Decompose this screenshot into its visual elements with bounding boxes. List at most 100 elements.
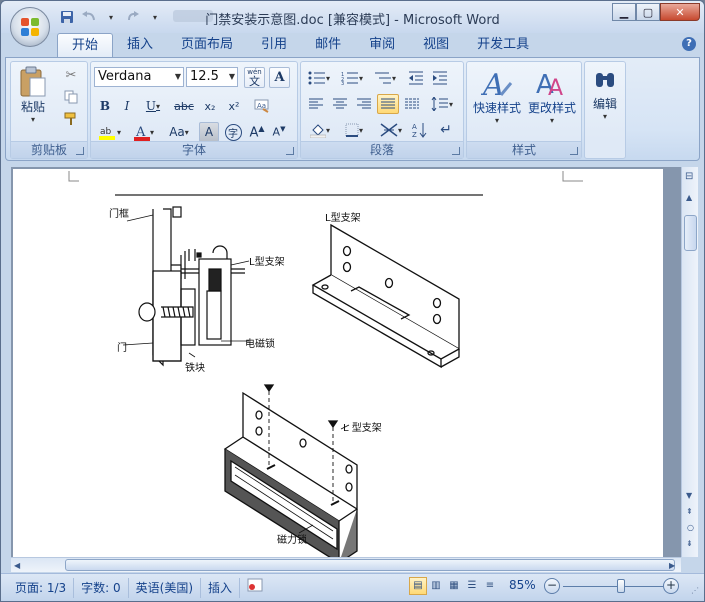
ribbon-tabs: 开始 插入 页面布局 引用 邮件 审阅 视图 开发工具 xyxy=(57,33,543,57)
scroll-left-arrow[interactable]: ◀ xyxy=(14,561,20,570)
tab-developer[interactable]: 开发工具 xyxy=(463,33,543,57)
borders-button[interactable]: ▾ xyxy=(339,120,369,140)
change-styles-button[interactable]: AA 更改样式 ▾ xyxy=(525,64,579,136)
change-case-button[interactable]: Aa ▾ xyxy=(163,122,195,142)
horizontal-scroll-thumb[interactable] xyxy=(65,559,675,571)
justify-button[interactable] xyxy=(377,94,399,114)
editing-group: 编辑 ▾ xyxy=(584,61,626,159)
styles-dialog-launcher[interactable] xyxy=(570,147,578,155)
zoom-out-button[interactable]: − xyxy=(544,578,560,594)
grow-font-button[interactable]: A▲ xyxy=(247,122,267,142)
tab-insert[interactable]: 插入 xyxy=(113,33,167,57)
font-color-button[interactable]: A ▾ xyxy=(129,122,159,142)
tab-page-layout[interactable]: 页面布局 xyxy=(167,33,247,57)
numbering-button[interactable]: 1 2 3 ▾ xyxy=(337,68,367,88)
full-screen-reading-view-icon[interactable]: ▥ xyxy=(427,577,445,595)
zoom-slider-thumb[interactable] xyxy=(617,579,625,593)
cut-button[interactable]: ✂ xyxy=(61,66,81,84)
zoom-level[interactable]: 85% xyxy=(509,578,536,592)
font-size-combo[interactable]: 12.5 ▼ xyxy=(186,67,238,87)
subscript-icon: x₂ xyxy=(204,99,216,113)
help-icon[interactable]: ? xyxy=(682,37,696,51)
align-left-button[interactable] xyxy=(305,94,327,114)
sort-button[interactable]: AZ xyxy=(409,120,431,140)
char-shading-button[interactable]: A xyxy=(199,122,219,142)
draft-view-icon[interactable]: ≡ xyxy=(481,577,499,595)
paragraph-dialog-launcher[interactable] xyxy=(452,147,460,155)
quick-styles-button[interactable]: A 快速样式 ▾ xyxy=(471,64,523,136)
vertical-scrollbar[interactable]: ⊟ ▲ ▼ ⇞ ○ ⇟ xyxy=(681,167,698,557)
font-name-combo[interactable]: Verdana ▼ xyxy=(94,67,184,87)
minimize-button[interactable]: ▁ xyxy=(612,3,636,21)
copy-button[interactable] xyxy=(61,88,81,106)
horizontal-scrollbar[interactable]: ◀ ▶ xyxy=(11,557,681,572)
tab-view[interactable]: 视图 xyxy=(409,33,463,57)
maximize-button[interactable]: ▢ xyxy=(636,3,660,21)
show-marks-button[interactable]: ↵ xyxy=(435,120,457,140)
word-count[interactable]: 字数: 0 xyxy=(74,577,129,598)
next-page-icon[interactable]: ⇟ xyxy=(686,539,693,548)
ruler-toggle-icon[interactable]: ⊟ xyxy=(685,171,693,182)
clipboard-dialog-launcher[interactable] xyxy=(76,147,84,155)
align-left-icon xyxy=(309,98,323,109)
zoom-in-button[interactable]: + xyxy=(663,578,679,594)
previous-page-icon[interactable]: ⇞ xyxy=(686,507,693,516)
decrease-indent-button[interactable] xyxy=(405,68,427,88)
enclose-chars-icon: 字 xyxy=(224,123,242,141)
paste-button[interactable]: 粘贴 ▾ xyxy=(15,64,51,126)
align-center-button[interactable] xyxy=(329,94,351,114)
subscript-button[interactable]: x₂ xyxy=(199,96,221,116)
insert-mode-indicator[interactable]: 插入 xyxy=(201,577,241,598)
document-page[interactable]: 门框 L型支架 L型支架 电磁锁 门 铁块 L 型支架 磁力锁 xyxy=(13,169,663,557)
shrink-font-button[interactable]: A▼ xyxy=(269,122,289,142)
strikethrough-button[interactable]: abc xyxy=(171,96,197,116)
outline-view-icon[interactable]: ☰ xyxy=(463,577,481,595)
underline-button[interactable]: U ▾ xyxy=(139,96,167,116)
vertical-scroll-thumb[interactable] xyxy=(684,215,697,251)
l-bracket-figure xyxy=(311,223,460,369)
phonetic-guide-button[interactable]: wén 文 xyxy=(244,67,265,88)
char-border-button[interactable]: A xyxy=(269,67,290,88)
quick-styles-dropdown-icon: ▾ xyxy=(494,116,499,125)
tab-references[interactable]: 引用 xyxy=(247,33,301,57)
scroll-down-arrow[interactable]: ▼ xyxy=(686,491,692,500)
language-indicator[interactable]: 英语(美国) xyxy=(129,577,202,598)
chinese-layout-button[interactable]: ▾ xyxy=(375,120,407,140)
font-size-value: 12.5 xyxy=(190,69,219,84)
bullets-button[interactable]: ▾ xyxy=(304,68,334,88)
align-right-button[interactable] xyxy=(353,94,375,114)
tab-review[interactable]: 审阅 xyxy=(355,33,409,57)
paste-dropdown-icon: ▾ xyxy=(30,115,35,124)
bold-button[interactable]: B xyxy=(95,96,115,116)
svg-text:A: A xyxy=(412,123,417,131)
office-button[interactable] xyxy=(10,7,50,47)
shading-button[interactable]: ▾ xyxy=(305,120,335,140)
clear-formatting-button[interactable]: Aa xyxy=(251,96,273,116)
scroll-right-arrow[interactable]: ▶ xyxy=(669,561,675,570)
multilevel-list-button[interactable]: ▾ xyxy=(370,68,400,88)
font-dialog-launcher[interactable] xyxy=(286,147,294,155)
resize-grip-icon[interactable]: ⋰ xyxy=(691,586,699,595)
format-painter-button[interactable] xyxy=(61,110,81,128)
superscript-button[interactable]: x² xyxy=(223,96,245,116)
macro-record-button[interactable] xyxy=(240,578,270,598)
highlight-button[interactable]: ab ▾ xyxy=(95,122,125,142)
web-layout-view-icon[interactable]: ▦ xyxy=(445,577,463,595)
close-button[interactable]: ✕ xyxy=(660,3,700,21)
editing-button[interactable]: 编辑 ▾ xyxy=(587,64,623,136)
print-layout-view-icon[interactable]: ▤ xyxy=(409,577,427,595)
enclose-chars-button[interactable]: 字 xyxy=(223,122,243,142)
italic-button[interactable]: I xyxy=(117,96,137,116)
page-indicator[interactable]: 页面: 1/3 xyxy=(1,577,75,598)
scroll-up-arrow[interactable]: ▲ xyxy=(686,193,692,202)
corner-mark-left xyxy=(68,171,79,182)
tab-home[interactable]: 开始 xyxy=(57,33,114,57)
zoom-slider-track[interactable] xyxy=(563,586,663,587)
tab-mailings[interactable]: 邮件 xyxy=(301,33,355,57)
document-area: 门框 L型支架 L型支架 电磁锁 门 铁块 L 型支架 磁力锁 xyxy=(11,167,681,557)
select-browse-object-icon[interactable]: ○ xyxy=(687,523,694,532)
line-spacing-button[interactable]: ▾ xyxy=(427,94,457,114)
clipboard-group: 粘贴 ▾ ✂ 剪贴板 xyxy=(10,61,88,159)
distributed-button[interactable] xyxy=(401,94,423,114)
increase-indent-button[interactable] xyxy=(429,68,451,88)
